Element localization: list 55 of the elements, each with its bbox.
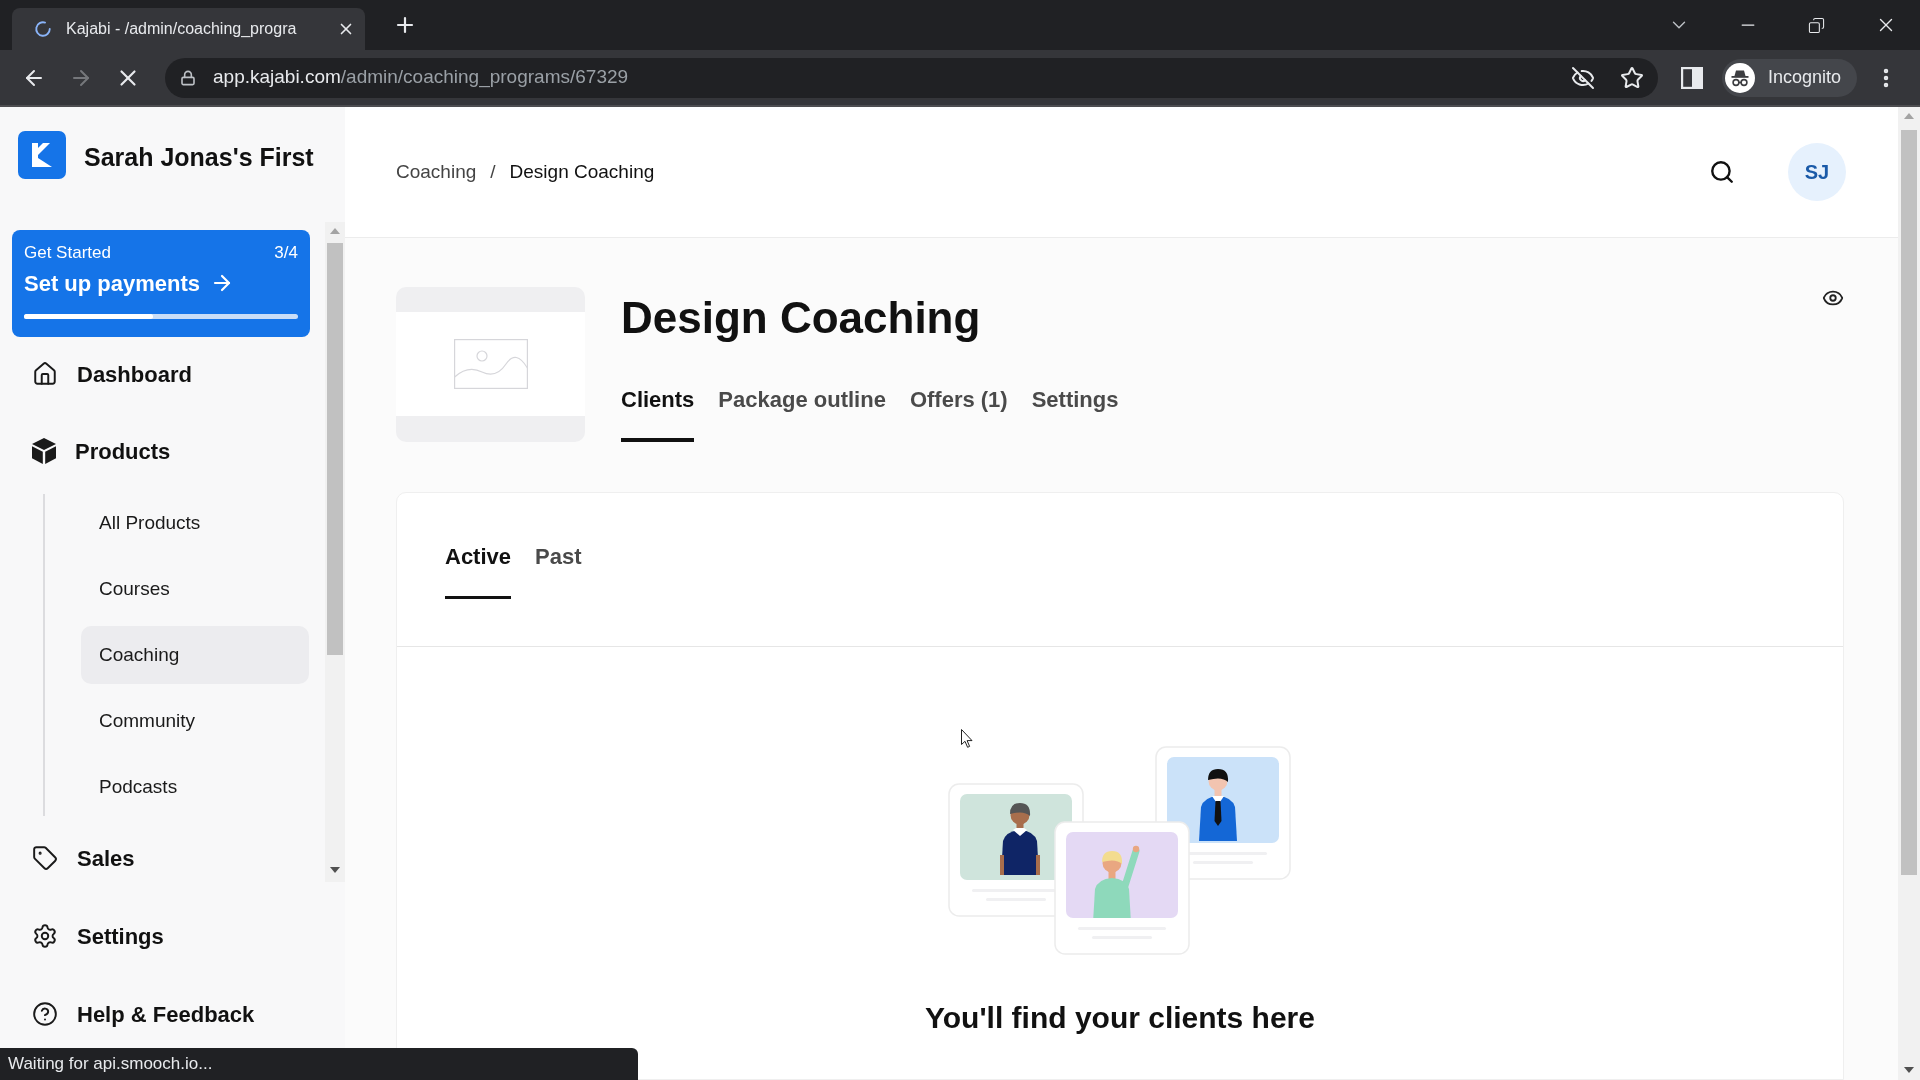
submenu-item[interactable]: All Products: [81, 494, 309, 552]
settings-icon: [32, 923, 58, 949]
breadcrumb-separator: /: [490, 159, 496, 184]
star-icon[interactable]: [1620, 65, 1644, 90]
onboarding-label: Get Started: [24, 242, 111, 265]
tab[interactable]: Clients: [621, 386, 695, 442]
scrollbar-thumb[interactable]: [1901, 130, 1917, 875]
tab[interactable]: Settings: [1031, 386, 1119, 442]
browser-tab[interactable]: Kajabi - /admin/coaching_progra: [12, 8, 365, 50]
onboarding-action: Set up payments: [24, 269, 201, 298]
nav-item[interactable]: Dashboard: [12, 350, 313, 398]
logo-icon[interactable]: [18, 131, 66, 179]
user-avatar[interactable]: SJ: [1788, 143, 1846, 201]
nav-item[interactable]: Products: [12, 427, 313, 475]
profile-chip[interactable]: Incognito: [1722, 58, 1857, 97]
onboarding-count: 3/4: [274, 242, 298, 265]
tab-title: Kajabi - /admin/coaching_progra: [66, 19, 298, 39]
tag-icon: [32, 845, 58, 871]
submenu-item[interactable]: Podcasts: [81, 758, 309, 816]
mouse-pointer-icon: [961, 729, 973, 748]
scrollbar-thumb[interactable]: [327, 243, 343, 655]
scrollbar[interactable]: [325, 222, 345, 882]
cube-icon: [32, 438, 56, 464]
profile-label: Incognito: [1768, 66, 1842, 89]
nav-item[interactable]: Settings: [12, 912, 333, 960]
scrollbar[interactable]: [1898, 107, 1920, 1080]
submenu-item[interactable]: Courses: [81, 560, 309, 618]
eye-slash-icon[interactable]: [1571, 65, 1595, 90]
submenu-item[interactable]: Community: [81, 692, 309, 750]
scroll-down-icon[interactable]: [1904, 1067, 1914, 1073]
tab[interactable]: Active: [445, 543, 512, 599]
page-title: Design Coaching: [621, 292, 981, 344]
tab[interactable]: Past: [535, 543, 582, 599]
incognito-icon: [1725, 62, 1755, 93]
breadcrumb-link[interactable]: Coaching: [396, 157, 477, 187]
image-icon: [453, 339, 528, 389]
empty-state-heading: You'll find your clients here: [925, 1000, 1315, 1036]
tab[interactable]: Offers (1): [909, 386, 1008, 442]
url-text: app.kajabi.com/admin/coaching_programs/67329: [213, 65, 629, 90]
nav-item[interactable]: Sales: [12, 834, 313, 882]
search-icon[interactable]: [1709, 159, 1735, 185]
lock-icon[interactable]: [180, 69, 196, 86]
onboarding-card[interactable]: Get Started 3/4 Set up payments: [12, 230, 310, 337]
tab[interactable]: Package outline: [718, 386, 886, 442]
submenu-item[interactable]: Coaching: [81, 626, 309, 684]
status-bubble: Waiting for api.smooch.io...: [0, 1048, 638, 1080]
help-icon: [32, 1001, 58, 1027]
side-panel-icon[interactable]: [1681, 66, 1703, 89]
house-icon: [32, 361, 58, 387]
nav-item[interactable]: Help & Feedback: [12, 990, 333, 1038]
site-name: Sarah Jonas's First: [84, 142, 314, 173]
breadcrumb-current: Design Coaching: [509, 159, 655, 184]
scroll-down-icon[interactable]: [330, 867, 340, 873]
restore-icon[interactable]: [1808, 16, 1825, 34]
address-bar[interactable]: app.kajabi.com/admin/coaching_programs/67329: [165, 57, 1658, 98]
